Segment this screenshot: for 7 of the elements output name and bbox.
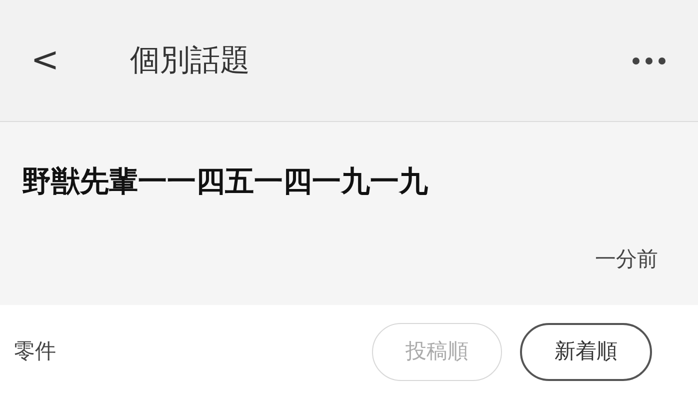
section-label: 零件	[14, 338, 56, 366]
page-title: 個別話題	[130, 42, 250, 80]
post-title: 野獣先輩一一四五一四一九一九	[22, 163, 429, 200]
sort-button[interactable]: 新着順	[520, 323, 652, 381]
post-time: 一分前	[595, 246, 658, 272]
more-icon[interactable]	[632, 56, 666, 64]
back-button[interactable]: <	[30, 35, 60, 86]
